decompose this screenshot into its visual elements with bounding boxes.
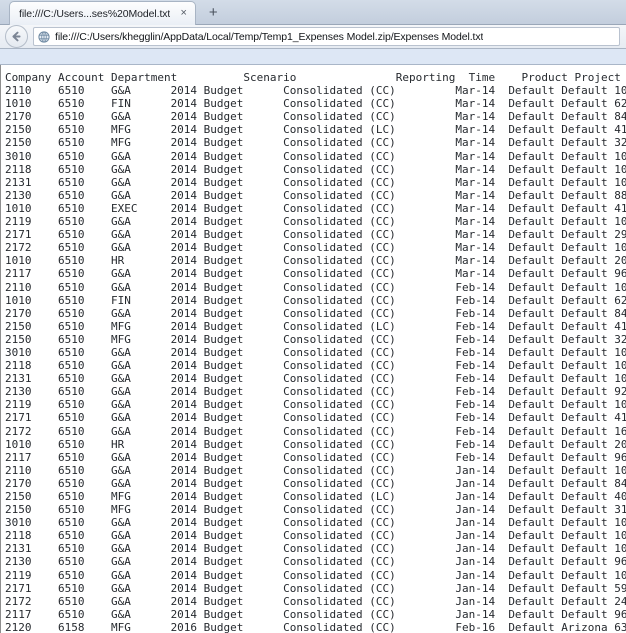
text-line: 1010 6510 FIN 2014 Budget Consolidated (… [5, 293, 626, 307]
text-line: 2170 6510 G&A 2014 Budget Consolidated (… [5, 476, 626, 490]
text-line: 3010 6510 G&A 2014 Budget Consolidated (… [5, 345, 626, 359]
close-icon[interactable]: × [177, 7, 190, 20]
text-line: 1010 6510 HR 2014 Budget Consolidated (C… [5, 254, 626, 268]
page-content: Company Account Department Scenario Repo… [0, 65, 626, 633]
text-line: 2119 6510 G&A 2014 Budget Consolidated (… [5, 568, 626, 582]
text-line: 2118 6510 G&A 2014 Budget Consolidated (… [5, 162, 626, 176]
text-line: 2150 6510 MFG 2014 Budget Consolidated (… [5, 123, 626, 137]
text-line: 2130 6510 G&A 2014 Budget Consolidated (… [5, 555, 626, 569]
back-arrow-icon [12, 31, 21, 42]
address-bar[interactable]: file:///C:/Users/khegglin/AppData/Local/… [33, 27, 620, 46]
text-line: 2131 6510 G&A 2014 Budget Consolidated (… [5, 542, 626, 556]
text-line: 2130 6510 G&A 2014 Budget Consolidated (… [5, 385, 626, 399]
text-line: 2117 6510 G&A 2014 Budget Consolidated (… [5, 267, 626, 281]
bookmarks-bar [0, 49, 626, 65]
text-line: 2131 6510 G&A 2014 Budget Consolidated (… [5, 175, 626, 189]
text-line: 2119 6510 G&A 2014 Budget Consolidated (… [5, 215, 626, 229]
text-line: 2150 6510 MFG 2014 Budget Consolidated (… [5, 490, 626, 503]
new-tab-button[interactable]: + [200, 2, 226, 22]
text-line: Company Account Department Scenario Repo… [5, 71, 626, 84]
text-line: 2150 6510 MFG 2014 Budget Consolidated (… [5, 136, 626, 150]
text-line: 2150 6510 MFG 2014 Budget Consolidated (… [5, 503, 626, 517]
text-line: 2172 6510 G&A 2014 Budget Consolidated (… [5, 594, 626, 608]
text-line: 2110 6510 G&A 2014 Budget Consolidated (… [5, 84, 626, 98]
text-line: 2171 6510 G&A 2014 Budget Consolidated (… [5, 411, 626, 425]
text-line: 2170 6510 G&A 2014 Budget Consolidated (… [5, 110, 626, 124]
browser-tab-active[interactable]: file:///C:/Users...ses%20Model.txt × [9, 1, 197, 25]
text-line: 2118 6510 G&A 2014 Budget Consolidated (… [5, 529, 626, 543]
text-line: 2117 6510 G&A 2014 Budget Consolidated (… [5, 607, 626, 621]
text-line: 2172 6510 G&A 2014 Budget Consolidated (… [5, 241, 626, 255]
text-line: 2150 6510 MFG 2014 Budget Consolidated (… [5, 332, 626, 346]
text-line: 3010 6510 G&A 2014 Budget Consolidated (… [5, 516, 626, 530]
text-line: 2120 6158 MFG 2016 Budget Consolidated (… [5, 620, 626, 633]
text-line: 2131 6510 G&A 2014 Budget Consolidated (… [5, 372, 626, 386]
address-bar-text[interactable]: file:///C:/Users/khegglin/AppData/Local/… [55, 31, 483, 43]
tab-strip: file:///C:/Users...ses%20Model.txt × + [0, 0, 626, 25]
text-line: 2110 6510 G&A 2014 Budget Consolidated (… [5, 280, 626, 294]
text-line: 2171 6510 G&A 2014 Budget Consolidated (… [5, 581, 626, 595]
back-button[interactable] [5, 25, 28, 48]
text-line: 1010 6510 HR 2014 Budget Consolidated (C… [5, 437, 626, 451]
text-line: 1010 6510 FIN 2014 Budget Consolidated (… [5, 97, 626, 111]
text-line: 2117 6510 G&A 2014 Budget Consolidated (… [5, 450, 626, 464]
tab-title: file:///C:/Users...ses%20Model.txt [19, 7, 171, 20]
text-line: 2172 6510 G&A 2014 Budget Consolidated (… [5, 424, 626, 438]
text-line: 2130 6510 G&A 2014 Budget Consolidated (… [5, 188, 626, 202]
text-line: 2119 6510 G&A 2014 Budget Consolidated (… [5, 398, 626, 412]
text-line: 2171 6510 G&A 2014 Budget Consolidated (… [5, 228, 626, 242]
text-line: 3010 6510 G&A 2014 Budget Consolidated (… [5, 149, 626, 163]
text-line: 2170 6510 G&A 2014 Budget Consolidated (… [5, 306, 626, 320]
navigation-bar: file:///C:/Users/khegglin/AppData/Local/… [0, 25, 626, 49]
text-line: 2150 6510 MFG 2014 Budget Consolidated (… [5, 319, 626, 333]
globe-icon [38, 30, 50, 43]
text-line: 1010 6510 EXEC 2014 Budget Consolidated … [5, 201, 626, 215]
browser-window: file:///C:/Users...ses%20Model.txt × + f… [0, 0, 626, 633]
text-line: 2110 6510 G&A 2014 Budget Consolidated (… [5, 463, 626, 477]
text-line: 2118 6510 G&A 2014 Budget Consolidated (… [5, 359, 626, 373]
plain-text-document: Company Account Department Scenario Repo… [1, 65, 626, 633]
